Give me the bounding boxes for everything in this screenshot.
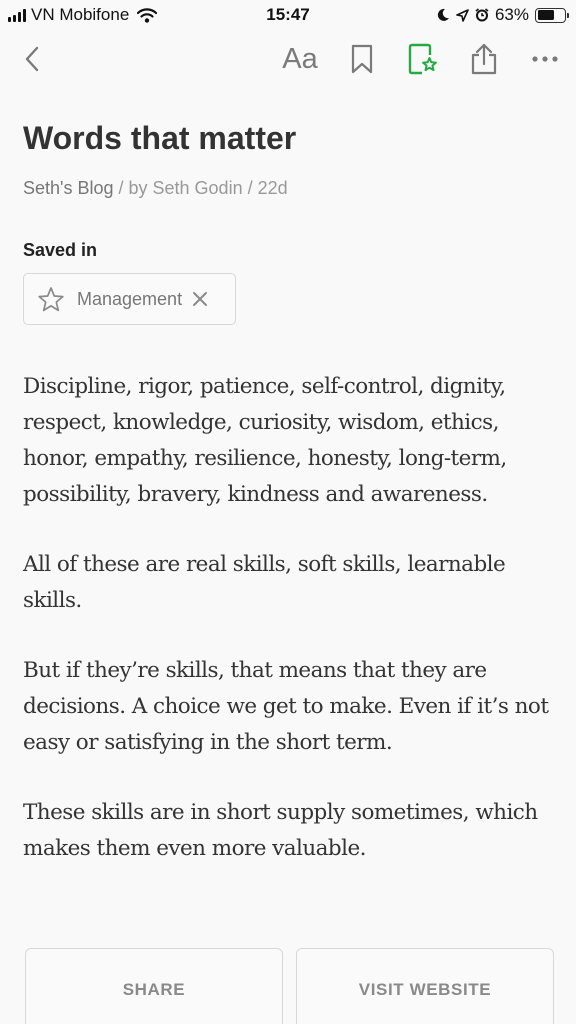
saved-collection-icon: [406, 43, 440, 75]
visit-website-button[interactable]: VISIT WEBSITE: [296, 948, 554, 1024]
saved-collection-button[interactable]: [404, 36, 442, 82]
bookmark-icon: [350, 44, 374, 74]
paragraph: Discipline, rigor, patience, self-contro…: [23, 374, 507, 507]
battery-icon: [535, 7, 569, 23]
share-button-label: SHARE: [122, 980, 186, 999]
bookmark-button[interactable]: [345, 36, 379, 82]
article-body: Discipline, rigor, patience, self-contro…: [23, 369, 563, 901]
location-arrow-icon: [456, 8, 469, 22]
article-toolbar: Aa: [0, 36, 576, 82]
source-name[interactable]: Seth's Blog: [23, 178, 114, 198]
status-right: 63%: [437, 5, 569, 25]
status-bar: VN Mobifone 15:47 63%: [0, 0, 576, 30]
battery-fill: [537, 10, 554, 20]
chevron-left-icon: [24, 46, 40, 72]
byline: / by Seth Godin / 22d: [113, 178, 288, 198]
moon-icon: [437, 8, 450, 22]
more-options-button[interactable]: [528, 36, 562, 82]
alarm-icon: [475, 8, 489, 22]
star-icon: [37, 286, 65, 313]
more-icon: [532, 56, 558, 62]
battery-percent: 63%: [494, 5, 529, 24]
font-size-label: Aa: [282, 42, 318, 75]
paragraph: All of these are real skills, soft skill…: [23, 552, 506, 613]
close-icon: [193, 292, 208, 306]
paragraph: But if they’re skills, that means that t…: [23, 658, 549, 755]
back-button[interactable]: [14, 36, 50, 82]
tag-label: Management: [77, 288, 183, 309]
share-article-button[interactable]: SHARE: [25, 948, 283, 1024]
visit-button-label: VISIT WEBSITE: [358, 980, 492, 999]
share-icon: [469, 43, 499, 75]
share-button[interactable]: [466, 36, 502, 82]
font-settings-button[interactable]: Aa: [278, 36, 322, 82]
saved-in-label: Saved in: [23, 240, 98, 260]
remove-tag-button[interactable]: [192, 291, 208, 307]
article-meta: Seth's Blog / by Seth Godin / 22d: [23, 178, 288, 199]
article-title: Words that matter: [23, 120, 297, 156]
paragraph: These skills are in short supply sometim…: [23, 800, 538, 861]
collection-tag[interactable]: Management: [23, 273, 236, 325]
